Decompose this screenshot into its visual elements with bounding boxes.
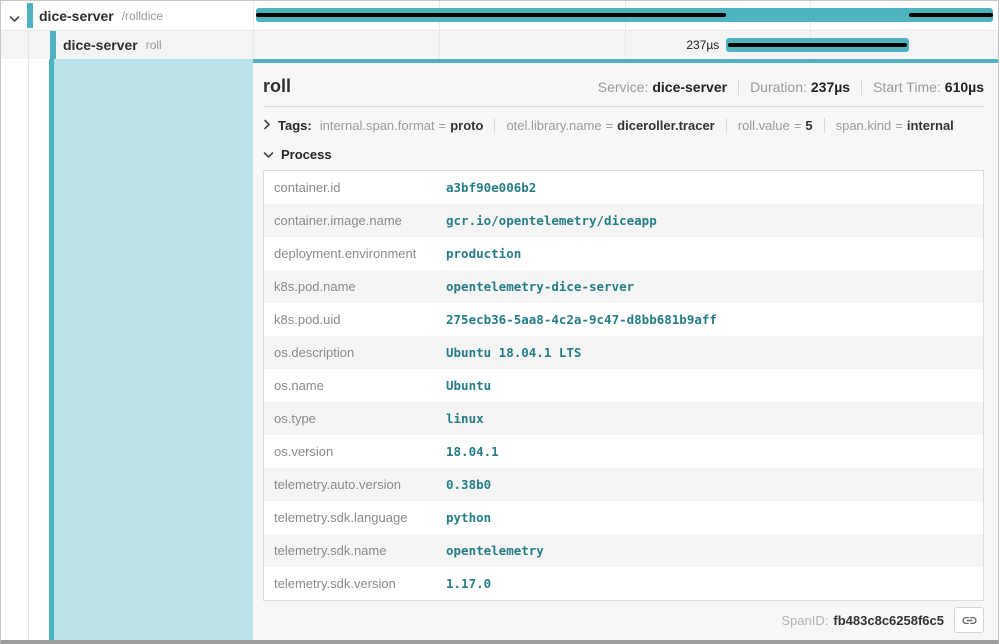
table-row: os.typelinux bbox=[264, 402, 983, 435]
process-value: opentelemetry-dice-server bbox=[446, 279, 634, 294]
process-key: telemetry.sdk.version bbox=[264, 576, 446, 591]
span-service-name: dice-server bbox=[39, 8, 114, 24]
process-key: os.name bbox=[264, 378, 446, 393]
process-key: container.image.name bbox=[264, 213, 446, 228]
span-row-roll[interactable]: dice-server roll 237µs bbox=[1, 30, 998, 59]
timeline-tick bbox=[253, 31, 254, 59]
process-key: telemetry.sdk.name bbox=[264, 543, 446, 558]
indent-guide bbox=[28, 31, 29, 59]
process-value: 1.17.0 bbox=[446, 576, 491, 591]
timeline-tick bbox=[439, 31, 440, 59]
process-value: 275ecb36-5aa8-4c2a-9c47-d8bb681b9aff bbox=[446, 312, 717, 327]
process-value: 18.04.1 bbox=[446, 444, 499, 459]
process-key: telemetry.sdk.language bbox=[264, 510, 446, 525]
copy-span-link-button[interactable] bbox=[954, 607, 984, 633]
table-row: deployment.environmentproduction bbox=[264, 237, 983, 270]
process-value: opentelemetry bbox=[446, 543, 544, 558]
timeline-tick bbox=[253, 1, 254, 30]
process-table: container.ida3bf90e006b2container.image.… bbox=[263, 170, 984, 601]
overview-duration: Duration:237µs bbox=[738, 79, 861, 95]
span-detail-footer: SpanID: fb483c8c6258f6c5 bbox=[253, 601, 998, 639]
span-overview: Service:dice-server Duration:237µs Start… bbox=[587, 79, 984, 95]
span-bar-rolldice[interactable] bbox=[256, 8, 993, 22]
span-detail-header: roll Service:dice-server Duration:237µs … bbox=[253, 63, 998, 106]
tags-accordian-header[interactable]: Tags: internal.span.format=protootel.lib… bbox=[253, 107, 998, 140]
process-value: 0.38b0 bbox=[446, 477, 491, 492]
process-key: os.type bbox=[264, 411, 446, 426]
table-row: os.nameUbuntu bbox=[264, 369, 983, 402]
bar-stripe bbox=[909, 13, 993, 17]
timeline-tick bbox=[625, 31, 626, 59]
table-row: k8s.pod.uid275ecb36-5aa8-4c2a-9c47-d8bb6… bbox=[264, 303, 983, 336]
spanid-value: fb483c8c6258f6c5 bbox=[833, 613, 944, 628]
chevron-down-icon[interactable] bbox=[9, 10, 20, 28]
overview-start-time: Start Time:610µs bbox=[861, 79, 984, 95]
process-label: Process bbox=[281, 147, 332, 162]
table-row: os.descriptionUbuntu 18.04.1 LTS bbox=[264, 336, 983, 369]
process-value: gcr.io/opentelemetry/diceapp bbox=[446, 213, 657, 228]
process-key: container.id bbox=[264, 180, 446, 195]
span-timeline-cell bbox=[253, 1, 996, 30]
span-timeline-cell: 237µs bbox=[253, 31, 996, 59]
service-color-bar bbox=[50, 31, 56, 59]
process-value: linux bbox=[446, 411, 484, 426]
span-duration-label: 237µs bbox=[686, 38, 719, 52]
span-service-name: dice-server bbox=[63, 37, 138, 53]
indent-guide bbox=[28, 59, 29, 640]
table-row: k8s.pod.nameopentelemetry-dice-server bbox=[264, 270, 983, 303]
span-row-rolldice[interactable]: dice-server /rolldice bbox=[1, 1, 998, 30]
process-key: k8s.pod.name bbox=[264, 279, 446, 294]
span-tree-cell-roll[interactable]: dice-server roll bbox=[1, 31, 253, 59]
table-row: container.ida3bf90e006b2 bbox=[264, 171, 983, 204]
table-row: telemetry.sdk.nameopentelemetry bbox=[264, 534, 983, 567]
table-row: os.version18.04.1 bbox=[264, 435, 983, 468]
span-detail-panel: roll Service:dice-server Duration:237µs … bbox=[253, 59, 998, 640]
process-value: Ubuntu 18.04.1 LTS bbox=[446, 345, 581, 360]
tag-item: otel.library.name=diceroller.tracer bbox=[494, 118, 725, 133]
process-key: k8s.pod.uid bbox=[264, 312, 446, 327]
bar-stripe bbox=[256, 13, 726, 17]
table-row: telemetry.sdk.version1.17.0 bbox=[264, 567, 983, 600]
span-operation-name: roll bbox=[146, 38, 162, 52]
tag-item: roll.value=5 bbox=[726, 118, 824, 133]
process-key: telemetry.auto.version bbox=[264, 477, 446, 492]
process-value: a3bf90e006b2 bbox=[446, 180, 536, 195]
table-row: telemetry.auto.version0.38b0 bbox=[264, 468, 983, 501]
process-key: deployment.environment bbox=[264, 246, 446, 261]
tag-summary-list: internal.span.format=protootel.library.n… bbox=[320, 118, 965, 133]
process-value: production bbox=[446, 246, 521, 261]
process-accordian-header[interactable]: Process bbox=[253, 140, 998, 169]
table-row: container.image.namegcr.io/opentelemetry… bbox=[264, 204, 983, 237]
chevron-right-icon bbox=[263, 118, 271, 133]
spanid-label: SpanID: bbox=[781, 613, 828, 628]
table-row: telemetry.sdk.languagepython bbox=[264, 501, 983, 534]
process-key: os.description bbox=[264, 345, 446, 360]
process-value: python bbox=[446, 510, 491, 525]
bar-stripe bbox=[728, 43, 907, 47]
selected-span-highlight bbox=[54, 59, 253, 640]
span-operation-name: /rolldice bbox=[122, 9, 163, 23]
span-tree-gutter bbox=[1, 59, 253, 640]
overview-service: Service:dice-server bbox=[587, 79, 738, 95]
tag-item: internal.span.format=proto bbox=[320, 118, 495, 133]
service-color-bar bbox=[27, 3, 33, 28]
span-bar-roll[interactable] bbox=[726, 38, 909, 52]
tags-label: Tags: bbox=[278, 118, 312, 133]
tag-item: span.kind=internal bbox=[824, 118, 965, 133]
span-title: roll bbox=[263, 76, 291, 97]
chevron-down-icon bbox=[263, 147, 274, 162]
span-tree-cell-rolldice[interactable]: dice-server /rolldice bbox=[1, 1, 253, 30]
trace-detail-page: dice-server /rolldice dice-server roll 2… bbox=[0, 0, 999, 644]
link-icon bbox=[961, 612, 978, 629]
process-value: Ubuntu bbox=[446, 378, 491, 393]
process-key: os.version bbox=[264, 444, 446, 459]
